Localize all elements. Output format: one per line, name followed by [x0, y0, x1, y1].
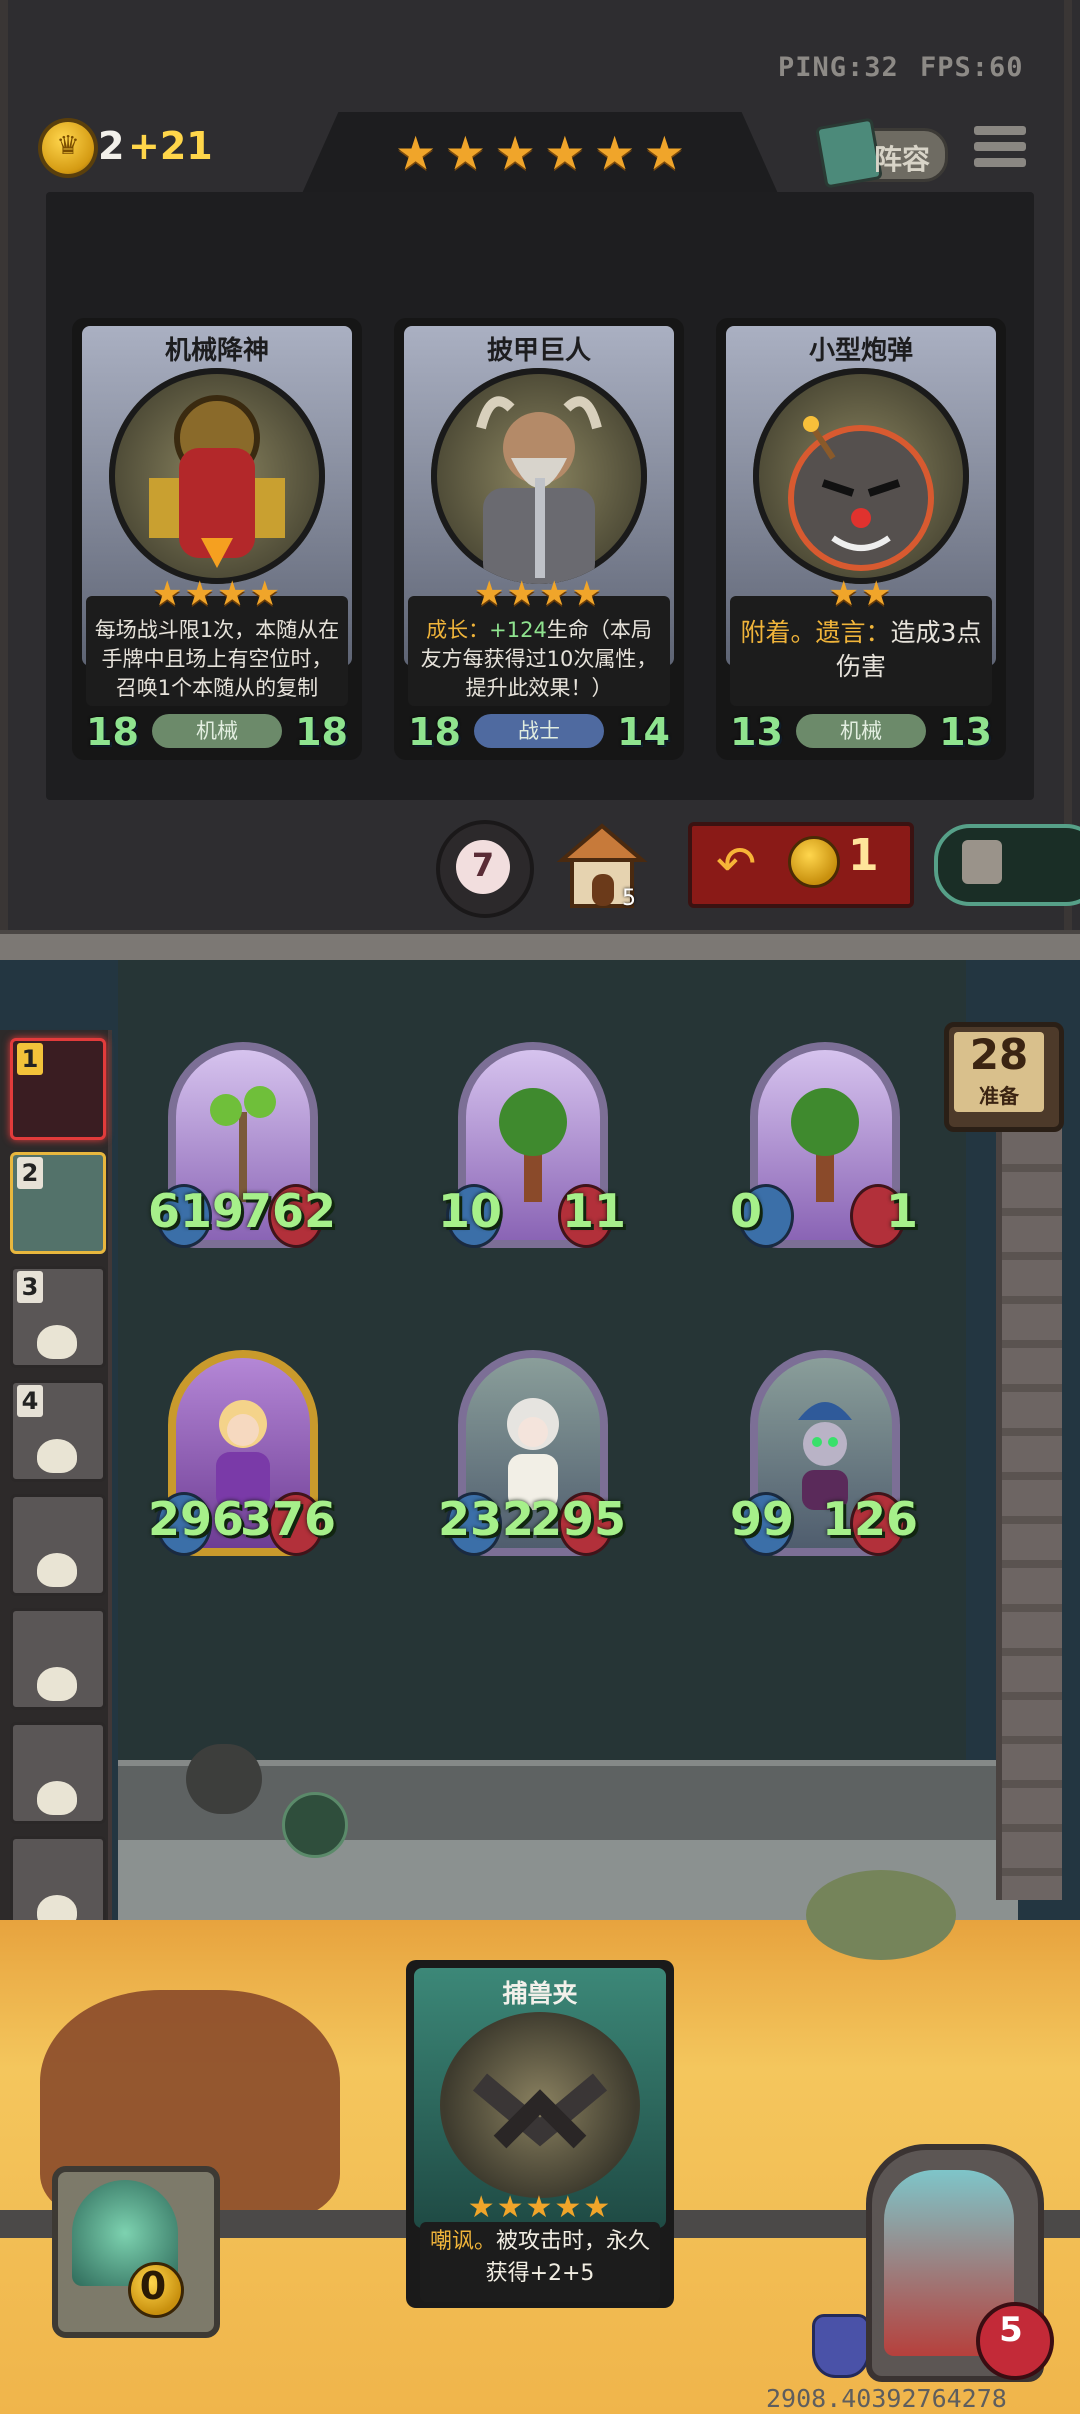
fps-readout: FPS:60 [920, 52, 1024, 83]
player-slot[interactable]: 2 [10, 1152, 106, 1254]
hand-card-name: 捕兽夹 [502, 1979, 578, 2008]
star-icon: ★ [395, 126, 437, 180]
minion-attack: 619 [148, 1184, 245, 1238]
shield-icon[interactable] [812, 2314, 870, 2378]
card-name: 小型炮弹 [808, 336, 913, 366]
gold-count: 2 [98, 124, 125, 168]
bear-trap-art [440, 2012, 640, 2198]
card-health: 13 [939, 710, 992, 754]
player-rank: 3 [17, 1271, 43, 1303]
minion-attack: 0 [730, 1184, 763, 1238]
tree-icon [499, 1088, 567, 1202]
chat-emote-button[interactable] [186, 1744, 262, 1814]
board-minion[interactable]: 619 762 [148, 1042, 336, 1256]
pillar [996, 1040, 1062, 1900]
player-slot[interactable]: 1 [10, 1038, 106, 1140]
board-minion[interactable]: 10 11 [438, 1042, 626, 1256]
menu-icon[interactable] [974, 126, 1026, 176]
card-health: 18 [295, 710, 348, 754]
star-icon: ★ [444, 126, 486, 180]
card-tribe: 机械 [796, 714, 926, 748]
refresh-token-count: 7 [471, 846, 495, 884]
minion-attack: 296 [148, 1492, 245, 1546]
shop-card[interactable]: 披甲巨人 ★★★★ 成长：+124生命（本局友方每获得过10次属性，提升此效果！… [394, 318, 684, 760]
star-icon: ★ [494, 126, 536, 180]
player-rank: 1 [17, 1043, 43, 1075]
board-minion[interactable]: 232 295 [438, 1350, 626, 1564]
skull-icon [37, 1667, 77, 1701]
minion-art [109, 368, 325, 584]
hero-power-cost: 0 [139, 2264, 167, 2308]
star-icon: ★ [594, 126, 636, 180]
minion-art [753, 368, 969, 584]
tavern-tier-stars: ★ ★ ★ ★ ★ ★ [395, 130, 685, 176]
board-minion[interactable]: 99 126 [730, 1350, 918, 1564]
player-leaderboard: 1 2 3 4 [0, 1030, 112, 1950]
minion-health: 11 [561, 1184, 626, 1238]
card-stars: ★★ [828, 574, 894, 614]
card-tribe: 战士 [474, 714, 604, 748]
player-slot[interactable]: 3 [10, 1266, 106, 1368]
board-minion[interactable]: 296 376 [148, 1350, 336, 1564]
minion-health: 376 [239, 1492, 336, 1546]
star-icon: ★ [643, 126, 685, 180]
minion-health: 295 [529, 1492, 626, 1546]
refresh-cost: 1 [848, 830, 879, 881]
skull-icon [37, 1325, 77, 1359]
card-tribe: 机械 [152, 714, 282, 748]
gold-coin-icon [788, 836, 840, 888]
skull-icon [37, 1553, 77, 1587]
coordinate-readout: 2908.40392764278 [766, 2384, 1007, 2413]
minion-attack: 99 [730, 1492, 795, 1546]
house-count: 5 [622, 886, 636, 911]
card-stars: ★★★★ [152, 574, 282, 614]
turn-number: 28 [969, 1030, 1029, 1079]
tree-icon [791, 1088, 859, 1202]
ping-readout: PING:32 [778, 52, 899, 83]
player-slot[interactable] [10, 1722, 106, 1824]
star-icon: ★ [544, 126, 586, 180]
card-attack: 18 [408, 710, 461, 754]
freeze-shop-button[interactable] [934, 824, 1080, 906]
player-rank: 2 [17, 1157, 43, 1189]
crab-decoration [806, 1870, 956, 1960]
hand-card-stars: ★★★★★ [467, 2190, 613, 2225]
card-attack: 13 [730, 710, 783, 754]
card-text: 成长：+124生命（本局友方每获得过10次属性，提升此效果！） [420, 618, 658, 700]
gold-coin-icon: ♛ [42, 122, 94, 174]
card-health: 14 [617, 710, 670, 754]
board-minion[interactable]: 0 1 [730, 1042, 918, 1256]
card-text: 每场战斗限1次，本随从在手牌中且场上有空位时，召唤1个本随从的复制 [94, 618, 340, 700]
book-icon [815, 117, 883, 189]
player-slot[interactable] [10, 1494, 106, 1596]
card-name: 机械降神 [164, 336, 269, 366]
minion-attack: 232 [438, 1492, 535, 1546]
skull-icon [37, 1781, 77, 1815]
hero-health: 5 [999, 2310, 1023, 2350]
shop-card[interactable]: 小型炮弹 ★★ 附着。遗言：造成3点伤害 13 机械 13 [716, 318, 1006, 760]
minion-attack: 10 [438, 1184, 503, 1238]
minion-health: 1 [885, 1184, 918, 1238]
card-name: 披甲巨人 [486, 336, 591, 366]
gold-income: +21 [128, 124, 213, 168]
lineup-label: 阵容 [874, 143, 931, 176]
minion-art [431, 368, 647, 584]
player-rank: 4 [17, 1385, 43, 1417]
player-slot[interactable] [10, 1608, 106, 1710]
turn-label: 准备 [979, 1084, 1019, 1108]
refresh-icon: ↶ [716, 836, 757, 892]
card-stars: ★★★★ [474, 574, 604, 614]
card-attack: 18 [86, 710, 139, 754]
card-text: 附着。遗言：造成3点伤害 [740, 618, 982, 681]
hex-nut-icon[interactable] [282, 1792, 348, 1858]
lock-icon [962, 840, 1002, 884]
hand-card-text: 嘲讽。被攻击时，永久获得+2+5 [429, 2229, 651, 2286]
minion-health: 126 [821, 1492, 918, 1546]
shop-card[interactable]: 机械降神 ★★★★ 每场战斗限1次，本随从在手牌中且场上有空位时，召唤1个本随从… [72, 318, 362, 760]
minion-health: 762 [239, 1184, 336, 1238]
skull-icon [37, 1439, 77, 1473]
player-slot[interactable]: 4 [10, 1380, 106, 1482]
